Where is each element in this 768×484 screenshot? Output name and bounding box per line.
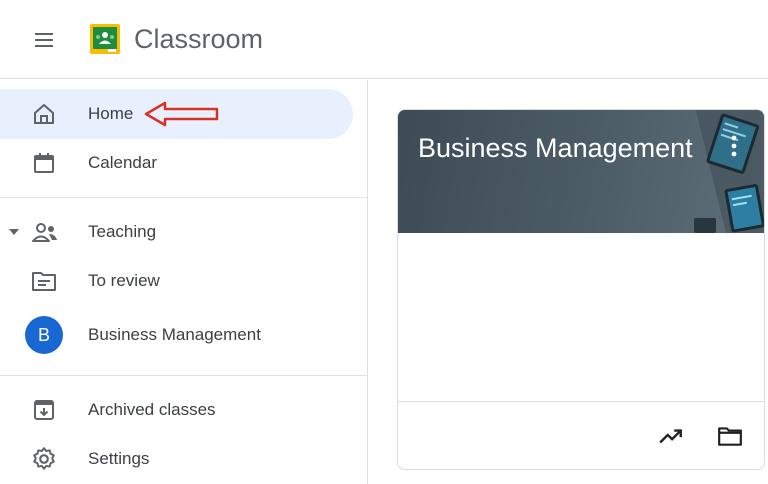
class-card[interactable]: Business Management [397, 109, 765, 470]
calendar-icon [28, 147, 60, 179]
sidebar-item-calendar[interactable]: Calendar [0, 138, 353, 188]
app-title[interactable]: Classroom [134, 20, 263, 58]
hamburger-menu-icon [35, 33, 53, 47]
trending-up-icon [659, 429, 682, 444]
open-gradebook-button[interactable] [653, 418, 689, 454]
sidebar-item-to-review[interactable]: To review [0, 256, 353, 306]
more-options-button[interactable] [724, 132, 744, 160]
review-folder-icon [28, 265, 60, 297]
sidebar-item-label: Teaching [88, 222, 157, 241]
sidebar-item-label: Archived classes [88, 400, 216, 419]
sidebar-item-archived-classes[interactable]: Archived classes [0, 385, 353, 435]
open-folder-button[interactable] [712, 418, 748, 454]
sidebar: Home Calendar Teaching To review B Busin… [0, 80, 368, 484]
sidebar-item-label: Home [88, 104, 134, 123]
sidebar-divider [0, 375, 368, 376]
top-app-bar: Classroom [0, 0, 768, 79]
more-vert-icon [731, 135, 737, 157]
class-card-header[interactable]: Business Management [398, 110, 764, 233]
people-icon [28, 216, 60, 248]
sidebar-item-label: Calendar [88, 153, 157, 172]
sidebar-item-settings[interactable]: Settings [0, 434, 353, 484]
caret-down-icon[interactable] [8, 226, 20, 238]
sidebar-item-label: Settings [88, 449, 150, 468]
class-card-footer [398, 401, 764, 469]
archive-icon [28, 394, 60, 426]
sidebar-item-label: To review [88, 271, 160, 290]
main-menu-button[interactable] [26, 22, 62, 58]
sidebar-item-business-management[interactable]: B Business Management [0, 310, 353, 360]
gear-icon [28, 443, 60, 475]
devices-illustration [694, 110, 764, 233]
sidebar-item-label: Business Management [88, 325, 261, 344]
sidebar-divider [0, 197, 368, 198]
annotation-arrow [144, 101, 219, 127]
class-avatar: B [25, 316, 63, 354]
sidebar-item-teaching[interactable]: Teaching [0, 207, 353, 257]
home-icon [28, 98, 60, 130]
classroom-logo[interactable] [89, 23, 121, 55]
folder-icon [718, 427, 742, 446]
class-card-title[interactable]: Business Management [418, 130, 693, 166]
